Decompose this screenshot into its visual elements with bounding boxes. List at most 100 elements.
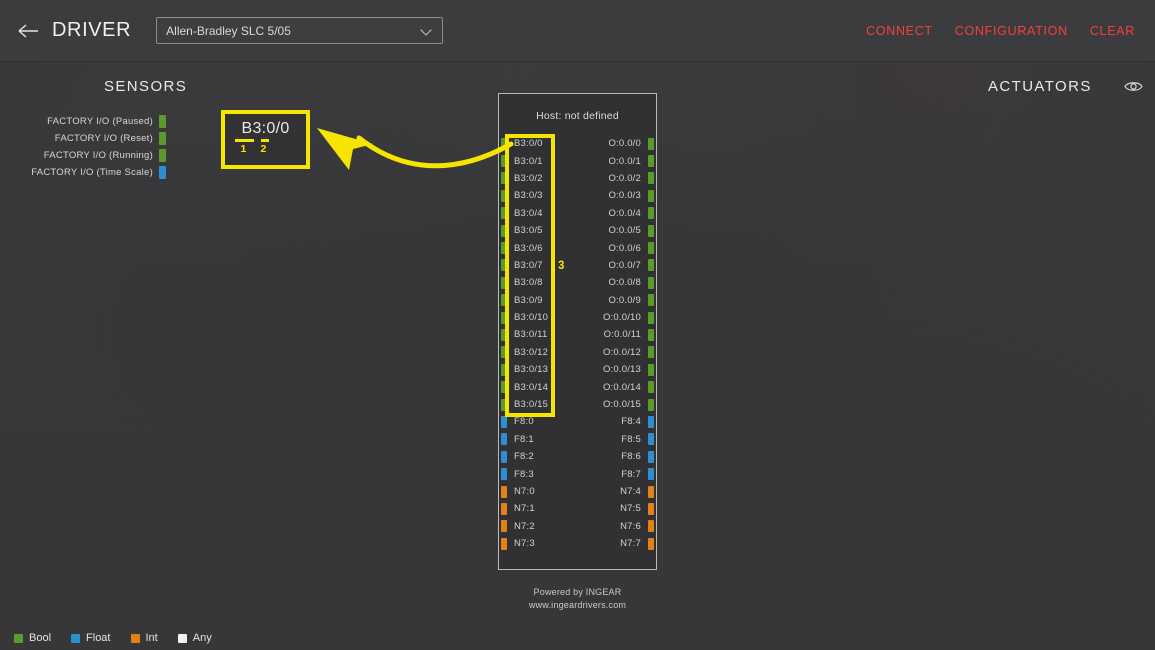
tag-left[interactable]: B3:0/15 [499, 398, 578, 411]
tag-row[interactable]: B3:0/13 O:0.0/13 [499, 361, 656, 378]
tag-right[interactable]: O:0.0/0 [578, 137, 657, 150]
tag-left[interactable]: B3:0/5 [499, 224, 578, 237]
tag-right[interactable]: O:0.0/15 [578, 398, 657, 411]
tag-row[interactable]: N7:2 N7:6 [499, 518, 656, 535]
tag-row[interactable]: F8:0 F8:4 [499, 413, 656, 430]
tag-row[interactable]: N7:1 N7:5 [499, 500, 656, 517]
tag-row[interactable]: B3:0/2 O:0.0/2 [499, 170, 656, 187]
tag-left[interactable]: B3:0/4 [499, 207, 578, 220]
tag-right[interactable]: N7:4 [578, 485, 657, 498]
tag-type-swatch [501, 450, 507, 463]
tag-name: B3:0/12 [514, 346, 549, 358]
driver-select[interactable]: Allen-Bradley SLC 5/05 [156, 17, 444, 44]
tag-row[interactable]: B3:0/7 O:0.0/7 [499, 257, 656, 274]
tag-type-swatch [501, 137, 507, 150]
tag-left[interactable]: B3:0/2 [499, 172, 578, 185]
tag-name: F8:0 [514, 416, 534, 428]
tag-left[interactable]: B3:0/1 [499, 155, 578, 168]
connect-button[interactable]: CONNECT [866, 24, 933, 38]
tag-left[interactable]: F8:0 [499, 415, 578, 428]
tag-right[interactable]: F8:4 [578, 415, 657, 428]
tag-row[interactable]: B3:0/3 O:0.0/3 [499, 187, 656, 204]
tag-row[interactable]: N7:0 N7:4 [499, 483, 656, 500]
tag-row[interactable]: B3:0/1 O:0.0/1 [499, 152, 656, 169]
sensor-row[interactable]: FACTORY I/O (Paused) [0, 113, 170, 130]
tag-right[interactable]: N7:6 [578, 520, 657, 533]
tag-row[interactable]: B3:0/10 O:0.0/10 [499, 309, 656, 326]
tag-row[interactable]: B3:0/12 O:0.0/12 [499, 344, 656, 361]
tag-name: N7:1 [514, 503, 535, 515]
tag-row[interactable]: B3:0/8 O:0.0/8 [499, 274, 656, 291]
tag-row[interactable]: F8:3 F8:7 [499, 465, 656, 482]
tag-left[interactable]: B3:0/7 [499, 259, 578, 272]
tag-row[interactable]: F8:1 F8:5 [499, 431, 656, 448]
clear-button[interactable]: CLEAR [1090, 24, 1135, 38]
tag-left[interactable]: N7:2 [499, 520, 578, 533]
tag-right[interactable]: O:0.0/2 [578, 172, 657, 185]
chevron-down-icon [422, 25, 433, 36]
tag-right[interactable]: O:0.0/5 [578, 224, 657, 237]
tag-name: B3:0/4 [514, 207, 543, 219]
tag-right[interactable]: O:0.0/12 [578, 346, 657, 359]
sensor-row[interactable]: FACTORY I/O (Reset) [0, 130, 170, 147]
tag-left[interactable]: N7:3 [499, 537, 578, 550]
legend-swatch [71, 633, 81, 643]
tag-right[interactable]: O:0.0/3 [578, 189, 657, 202]
tag-left[interactable]: B3:0/0 [499, 137, 578, 150]
sensor-row[interactable]: FACTORY I/O (Time Scale) [0, 164, 170, 181]
tag-left[interactable]: N7:0 [499, 485, 578, 498]
visibility-toggle-button[interactable] [1122, 75, 1144, 97]
tag-left[interactable]: F8:2 [499, 450, 578, 463]
tag-right[interactable]: O:0.0/4 [578, 207, 657, 220]
tag-right[interactable]: O:0.0/8 [578, 276, 657, 289]
tag-right[interactable]: O:0.0/14 [578, 381, 657, 394]
configuration-button[interactable]: CONFIGURATION [955, 24, 1068, 38]
tag-left[interactable]: F8:3 [499, 468, 578, 481]
tag-left[interactable]: B3:0/8 [499, 276, 578, 289]
tag-right[interactable]: O:0.0/10 [578, 311, 657, 324]
tag-left[interactable]: B3:0/11 [499, 328, 578, 341]
annotation-number-1: 1 [240, 143, 247, 155]
tag-left[interactable]: B3:0/9 [499, 294, 578, 307]
tag-row[interactable]: N7:3 N7:7 [499, 535, 656, 552]
tag-right[interactable]: O:0.0/1 [578, 155, 657, 168]
tag-row[interactable]: B3:0/9 O:0.0/9 [499, 292, 656, 309]
tag-left[interactable]: F8:1 [499, 433, 578, 446]
tag-right[interactable]: O:0.0/13 [578, 363, 657, 376]
tag-right[interactable]: F8:5 [578, 433, 657, 446]
tag-right[interactable]: O:0.0/6 [578, 242, 657, 255]
legend-swatch [177, 633, 187, 643]
tag-row[interactable]: B3:0/14 O:0.0/14 [499, 378, 656, 395]
tag-type-swatch [648, 328, 654, 341]
tag-right[interactable]: O:0.0/7 [578, 259, 657, 272]
tag-left[interactable]: B3:0/6 [499, 242, 578, 255]
tag-right[interactable]: N7:5 [578, 502, 657, 515]
tag-name: O:0.0/3 [608, 190, 641, 202]
back-button[interactable] [14, 16, 44, 46]
tag-left[interactable]: B3:0/3 [499, 189, 578, 202]
tag-row[interactable]: B3:0/4 O:0.0/4 [499, 205, 656, 222]
tag-left[interactable]: B3:0/14 [499, 381, 578, 394]
tag-right[interactable]: N7:7 [578, 537, 657, 550]
tag-name: F8:5 [621, 433, 641, 445]
tag-row[interactable]: F8:2 F8:6 [499, 448, 656, 465]
sensor-type-swatch [159, 166, 166, 179]
sensor-row[interactable]: FACTORY I/O (Running) [0, 147, 170, 164]
tag-type-swatch [501, 485, 507, 498]
tag-row[interactable]: B3:0/15 O:0.0/15 [499, 396, 656, 413]
tag-left[interactable]: N7:1 [499, 502, 578, 515]
tag-left[interactable]: B3:0/10 [499, 311, 578, 324]
tag-row[interactable]: B3:0/0 O:0.0/0 [499, 135, 656, 152]
tag-left[interactable]: B3:0/13 [499, 363, 578, 376]
tag-left[interactable]: B3:0/12 [499, 346, 578, 359]
tag-right[interactable]: O:0.0/11 [578, 328, 657, 341]
tag-type-swatch [648, 189, 654, 202]
tag-row[interactable]: B3:0/5 O:0.0/5 [499, 222, 656, 239]
tag-right[interactable]: O:0.0/9 [578, 294, 657, 307]
tag-right[interactable]: F8:7 [578, 468, 657, 481]
tag-name: B3:0/7 [514, 259, 543, 271]
tag-name: B3:0/14 [514, 381, 549, 393]
tag-right[interactable]: F8:6 [578, 450, 657, 463]
tag-row[interactable]: B3:0/11 O:0.0/11 [499, 326, 656, 343]
tag-row[interactable]: B3:0/6 O:0.0/6 [499, 239, 656, 256]
